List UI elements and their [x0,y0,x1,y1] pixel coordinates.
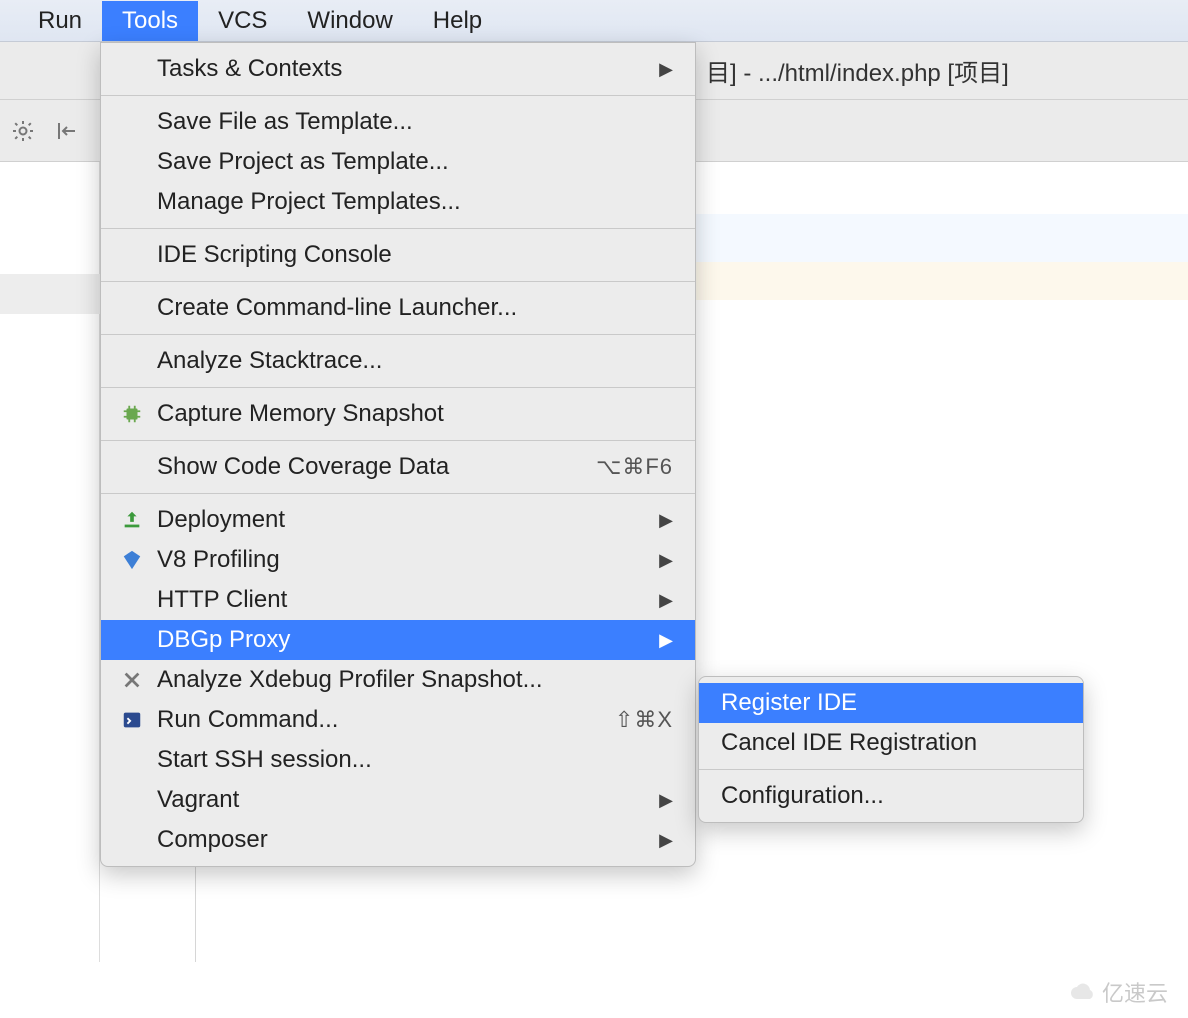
blank-icon [117,346,147,376]
tools-dropdown: Tasks & Contexts ▶ Save File as Template… [100,42,696,867]
menu-item-label: Tasks & Contexts [157,55,342,83]
menu-item-label: Vagrant [157,786,239,814]
menu-v8-profiling[interactable]: V8 Profiling ▶ [101,540,695,580]
menu-item-label: DBGp Proxy [157,626,290,654]
menu-save-project-template[interactable]: Save Project as Template... [101,142,695,182]
menu-vagrant[interactable]: Vagrant ▶ [101,780,695,820]
submenu-cancel-ide-registration[interactable]: Cancel IDE Registration [699,723,1083,763]
menu-item-label: Save Project as Template... [157,148,449,176]
cross-tools-icon [117,665,147,695]
chevron-right-icon: ▶ [659,790,673,811]
submenu-register-ide[interactable]: Register IDE [699,683,1083,723]
blank-icon [117,825,147,855]
menu-deployment[interactable]: Deployment ▶ [101,500,695,540]
menu-item-label: Manage Project Templates... [157,188,461,216]
menu-item-label: IDE Scripting Console [157,241,392,269]
menu-separator [699,769,1083,770]
shortcut-text: ⌥⌘F6 [596,454,673,480]
menu-item-label: Show Code Coverage Data [157,453,449,481]
blank-icon [117,293,147,323]
submenu-item-label: Register IDE [721,689,857,717]
submenu-item-label: Cancel IDE Registration [721,729,977,757]
gutter-highlight [0,274,100,314]
chevron-right-icon: ▶ [659,630,673,651]
blank-icon [117,54,147,84]
menu-help[interactable]: Help [413,1,502,41]
menu-run-command[interactable]: Run Command... ⇧⌘X [101,700,695,740]
terminal-icon [117,705,147,735]
menu-run[interactable]: Run [18,1,102,41]
menu-show-code-coverage[interactable]: Show Code Coverage Data ⌥⌘F6 [101,447,695,487]
menu-item-label: V8 Profiling [157,546,280,574]
menu-window[interactable]: Window [287,1,412,41]
chevron-right-icon: ▶ [659,590,673,611]
menu-item-label: Run Command... [157,706,338,734]
submenu-item-label: Configuration... [721,782,884,810]
menu-http-client[interactable]: HTTP Client ▶ [101,580,695,620]
blank-icon [117,147,147,177]
menu-item-label: Analyze Xdebug Profiler Snapshot... [157,666,543,694]
menu-tools[interactable]: Tools [102,1,198,41]
deploy-icon [117,505,147,535]
submenu-configuration[interactable]: Configuration... [699,776,1083,816]
menu-separator [101,281,695,282]
collapse-icon[interactable] [50,114,84,148]
chevron-right-icon: ▶ [659,550,673,571]
menu-analyze-xdebug-profiler[interactable]: Analyze Xdebug Profiler Snapshot... [101,660,695,700]
blank-icon [117,785,147,815]
menu-manage-project-templates[interactable]: Manage Project Templates... [101,182,695,222]
menu-item-label: Capture Memory Snapshot [157,400,444,428]
menu-start-ssh[interactable]: Start SSH session... [101,740,695,780]
chevron-right-icon: ▶ [659,510,673,531]
menu-item-label: HTTP Client [157,586,287,614]
menu-separator [101,387,695,388]
menu-separator [101,493,695,494]
menu-item-label: Composer [157,826,268,854]
menu-tasks-contexts[interactable]: Tasks & Contexts ▶ [101,49,695,89]
blank-icon [117,452,147,482]
menu-composer[interactable]: Composer ▶ [101,820,695,860]
menu-item-label: Analyze Stacktrace... [157,347,382,375]
blank-icon [117,625,147,655]
title-text: 目] - .../html/index.php [项目] [706,53,1009,88]
blank-icon [117,187,147,217]
menubar: Run Tools VCS Window Help [0,0,1188,42]
watermark: 亿速云 [1068,976,1168,1008]
menu-vcs[interactable]: VCS [198,1,287,41]
menu-separator [101,334,695,335]
chip-icon [117,399,147,429]
menu-analyze-stacktrace[interactable]: Analyze Stacktrace... [101,341,695,381]
gear-icon[interactable] [6,114,40,148]
menu-ide-scripting-console[interactable]: IDE Scripting Console [101,235,695,275]
dbgp-proxy-submenu: Register IDE Cancel IDE Registration Con… [698,676,1084,823]
menu-item-label: Save File as Template... [157,108,413,136]
blank-icon [117,745,147,775]
menu-item-label: Start SSH session... [157,746,372,774]
blank-icon [117,240,147,270]
cloud-icon [1068,981,1096,1003]
menu-item-label: Deployment [157,506,285,534]
blank-icon [117,585,147,615]
menu-separator [101,440,695,441]
menu-separator [101,95,695,96]
shortcut-text: ⇧⌘X [615,707,673,733]
chevron-right-icon: ▶ [659,830,673,851]
chevron-right-icon: ▶ [659,59,673,80]
menu-dbgp-proxy[interactable]: DBGp Proxy ▶ [101,620,695,660]
menu-separator [101,228,695,229]
v8-icon [117,545,147,575]
menu-create-cmdline-launcher[interactable]: Create Command-line Launcher... [101,288,695,328]
blank-icon [117,107,147,137]
menu-capture-memory-snapshot[interactable]: Capture Memory Snapshot [101,394,695,434]
menu-save-file-template[interactable]: Save File as Template... [101,102,695,142]
menu-item-label: Create Command-line Launcher... [157,294,517,322]
watermark-text: 亿速云 [1102,976,1168,1008]
